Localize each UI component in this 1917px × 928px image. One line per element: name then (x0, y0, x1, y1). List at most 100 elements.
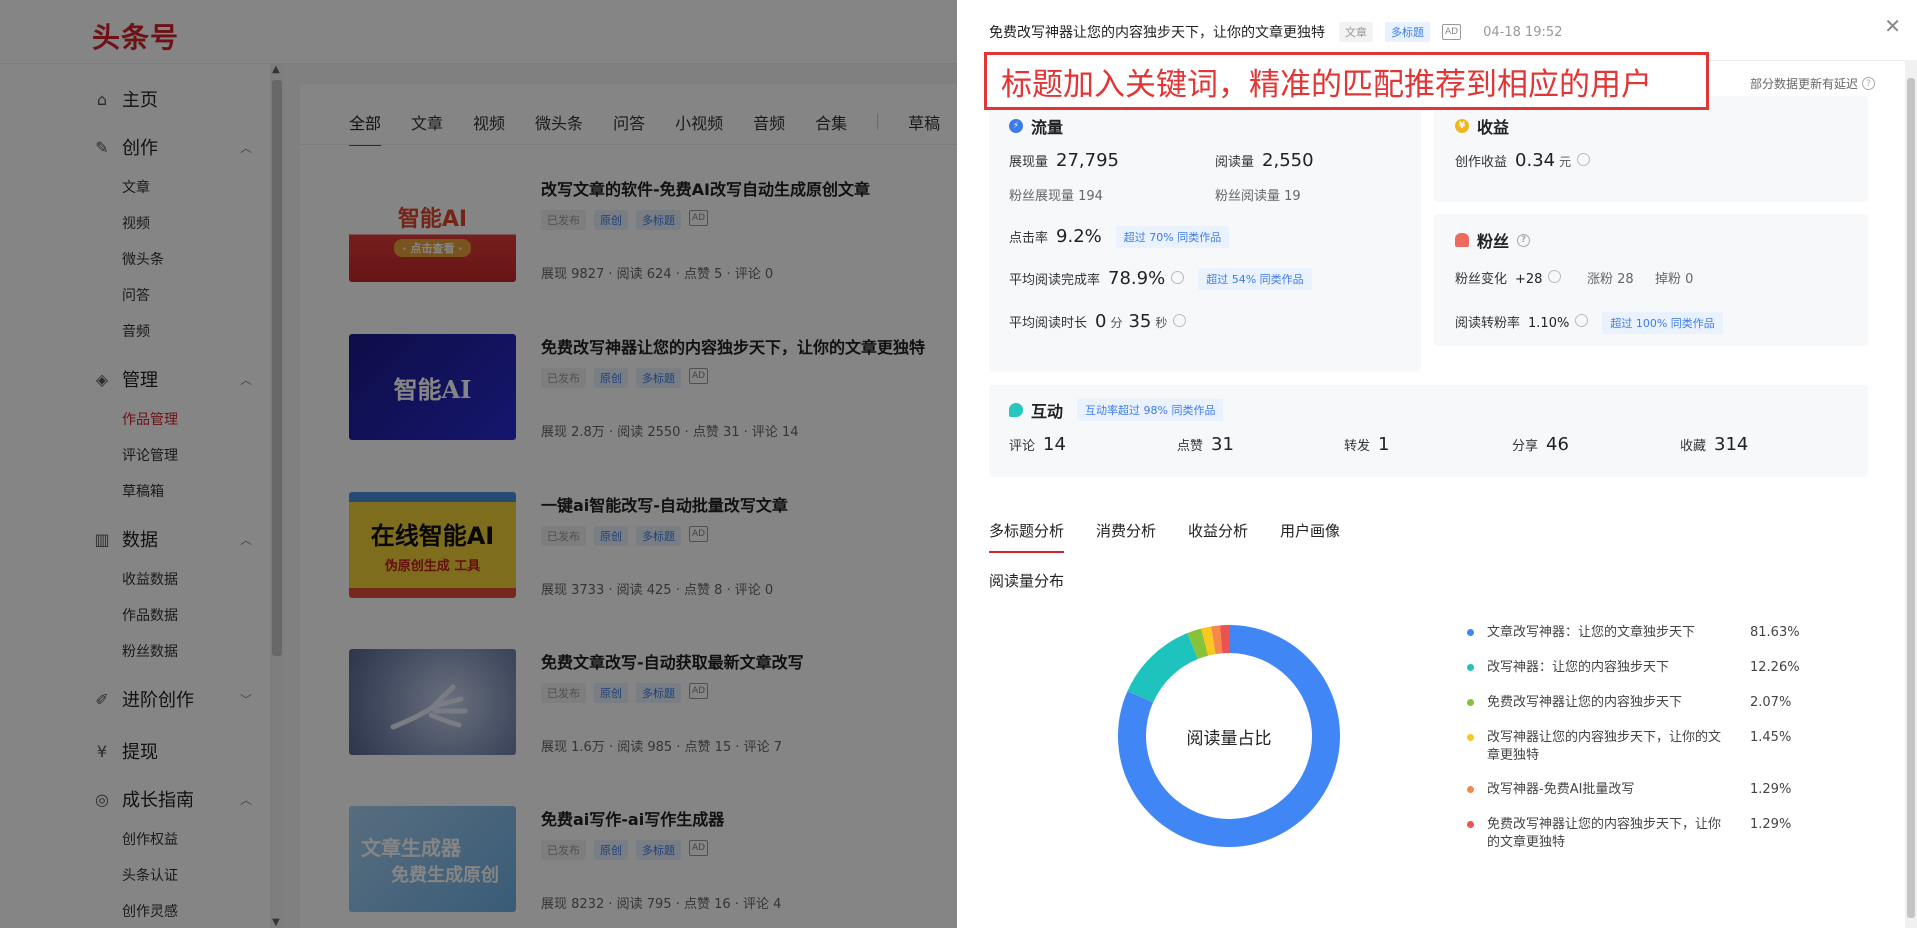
comments-label: 评论 (1009, 439, 1036, 454)
income-metric: 创作收益 0.34 元 (1455, 150, 1591, 171)
income-card (1434, 96, 1868, 202)
lightning-icon: ⚡ (1009, 119, 1023, 133)
multi-title-badge: 多标题 (1385, 22, 1430, 42)
ctr-label: 点击率 (1009, 231, 1049, 246)
legend-percent: 12.26% (1750, 660, 1800, 675)
legend-percent: 2.07% (1750, 695, 1792, 710)
comments-value: 14 (1043, 434, 1066, 455)
traffic-title-text: 流量 (1031, 118, 1064, 137)
help-icon[interactable]: ? (1517, 233, 1531, 247)
likes-value: 31 (1211, 434, 1234, 455)
drawer-header: 免费改写神器让您的内容独步天下，让你的文章更独特 文章 多标题 AD 04-18… (989, 22, 1562, 42)
shares-value: 46 (1546, 434, 1569, 455)
legend-percent: 1.29% (1750, 782, 1792, 797)
tab-multi-title[interactable]: 多标题分析 (989, 520, 1065, 553)
reposts-metric: 转发 1 (1344, 434, 1389, 455)
clock-icon (1575, 314, 1589, 327)
seconds-unit: 秒 (1155, 316, 1168, 330)
annotation-callout: 标题加入关键词，精准的匹配推荐到相应的用户 (984, 52, 1709, 110)
duration-seconds: 35 (1128, 311, 1152, 332)
fans-loss: 掉粉 0 (1655, 272, 1694, 287)
impressions-metric: 展现量 27,795 (1009, 150, 1119, 171)
help-icon[interactable]: ? (1862, 77, 1875, 90)
comments-metric: 评论 14 (1009, 434, 1066, 455)
fan-impressions: 粉丝展现量 194 (1009, 189, 1103, 204)
ctr-metric: 点击率 9.2% 超过 70% 同类作品 (1009, 226, 1230, 248)
fan-reads: 粉丝阅读量 19 (1215, 189, 1301, 204)
delay-notice: 部分数据更新有延迟 ? (1750, 75, 1875, 92)
income-title: ¥ 收益 (1455, 114, 1509, 138)
duration-minutes: 0 (1095, 311, 1107, 332)
conversion-label: 阅读转粉率 (1455, 316, 1521, 331)
shares-metric: 分享 46 (1512, 434, 1569, 455)
ad-icon: AD (1442, 24, 1462, 40)
fans-gain: 涨粉 28 (1587, 272, 1634, 287)
favorites-value: 314 (1714, 434, 1749, 455)
likes-label: 点赞 (1177, 439, 1204, 454)
completion-label: 平均阅读完成率 (1009, 273, 1101, 288)
publish-date: 04-18 19:52 (1483, 24, 1563, 40)
fans-change-metric: 粉丝变化 +28 (1455, 268, 1562, 287)
tab-income[interactable]: 收益分析 (1188, 520, 1248, 553)
completion-metric: 平均阅读完成率 78.9% 超过 54% 同类作品 (1009, 268, 1312, 290)
close-icon[interactable]: ✕ (1884, 14, 1901, 38)
conversion-value: 1.10% (1528, 316, 1570, 331)
shares-label: 分享 (1512, 439, 1539, 454)
scroll-thumb[interactable] (1907, 78, 1915, 918)
fans-title-text: 粉丝 (1477, 232, 1510, 251)
favorites-label: 收藏 (1680, 439, 1707, 454)
person-icon (1455, 233, 1469, 247)
interaction-title: 互动 互动率超过 98% 同类作品 (1009, 398, 1224, 422)
reposts-label: 转发 (1344, 439, 1371, 454)
coin-icon: ¥ (1455, 119, 1469, 133)
legend-dot (1467, 699, 1474, 706)
interaction-title-text: 互动 (1031, 402, 1064, 421)
minutes-unit: 分 (1110, 316, 1123, 330)
modal-backdrop[interactable] (0, 0, 957, 928)
legend-dot (1467, 734, 1474, 741)
type-badge: 文章 (1339, 22, 1373, 42)
ctr-rank-badge: 超过 70% 同类作品 (1115, 226, 1230, 248)
clock-icon (1171, 271, 1185, 284)
fans-change-value: +28 (1515, 272, 1543, 287)
legend-percent: 1.45% (1750, 730, 1792, 745)
fans-change-label: 粉丝变化 (1455, 272, 1508, 287)
reads-metric: 阅读量 2,550 (1215, 150, 1314, 171)
analysis-tabs: 多标题分析 消费分析 收益分析 用户画像 (989, 520, 1372, 553)
fans-title: 粉丝 ? (1455, 228, 1531, 252)
legend-label: 免费改写神器让您的内容独步天下，让你的文章更独特 (1487, 817, 1722, 850)
ctr-value: 9.2% (1056, 226, 1102, 247)
traffic-title: ⚡ 流量 (1009, 114, 1063, 138)
clock-icon (1173, 314, 1187, 327)
duration-label: 平均阅读时长 (1009, 316, 1088, 331)
drawer-scrollbar[interactable] (1905, 60, 1917, 928)
section-title: 阅读量分布 (989, 572, 1065, 590)
tab-user-profile[interactable]: 用户画像 (1280, 520, 1340, 553)
legend-percent: 1.29% (1750, 817, 1792, 832)
legend-dot (1467, 664, 1474, 671)
income-value: 0.34 (1515, 150, 1556, 171)
legend-label: 改写神器-免费AI批量改写 (1487, 782, 1635, 797)
likes-metric: 点赞 31 (1177, 434, 1234, 455)
read-share-donut: 阅读量占比 (1118, 625, 1340, 847)
favorites-metric: 收藏 314 (1680, 434, 1748, 455)
reposts-value: 1 (1378, 434, 1390, 455)
completion-value: 78.9% (1108, 268, 1166, 289)
interaction-rank-badge: 互动率超过 98% 同类作品 (1077, 399, 1224, 421)
impressions-value: 27,795 (1056, 150, 1119, 171)
duration-metric: 平均阅读时长 0 分 35 秒 (1009, 311, 1187, 332)
legend-dot (1467, 629, 1474, 636)
income-unit: 元 (1559, 155, 1572, 169)
clock-icon (1577, 153, 1591, 166)
legend-label: 改写神器让您的内容独步天下，让你的文章更独特 (1487, 730, 1722, 763)
legend-label: 改写神器：让您的内容独步天下 (1487, 660, 1670, 675)
conversion-metric: 阅读转粉率 1.10% 超过 100% 同类作品 (1455, 312, 1723, 334)
tab-consumption[interactable]: 消费分析 (1096, 520, 1156, 553)
reads-value: 2,550 (1262, 150, 1314, 171)
donut-center-label: 阅读量占比 (1186, 728, 1272, 749)
reads-label: 阅读量 (1215, 155, 1255, 170)
legend-dot (1467, 786, 1474, 793)
clock-icon (1548, 270, 1562, 283)
impressions-label: 展现量 (1009, 155, 1049, 170)
legend-percent: 81.63% (1750, 625, 1800, 640)
